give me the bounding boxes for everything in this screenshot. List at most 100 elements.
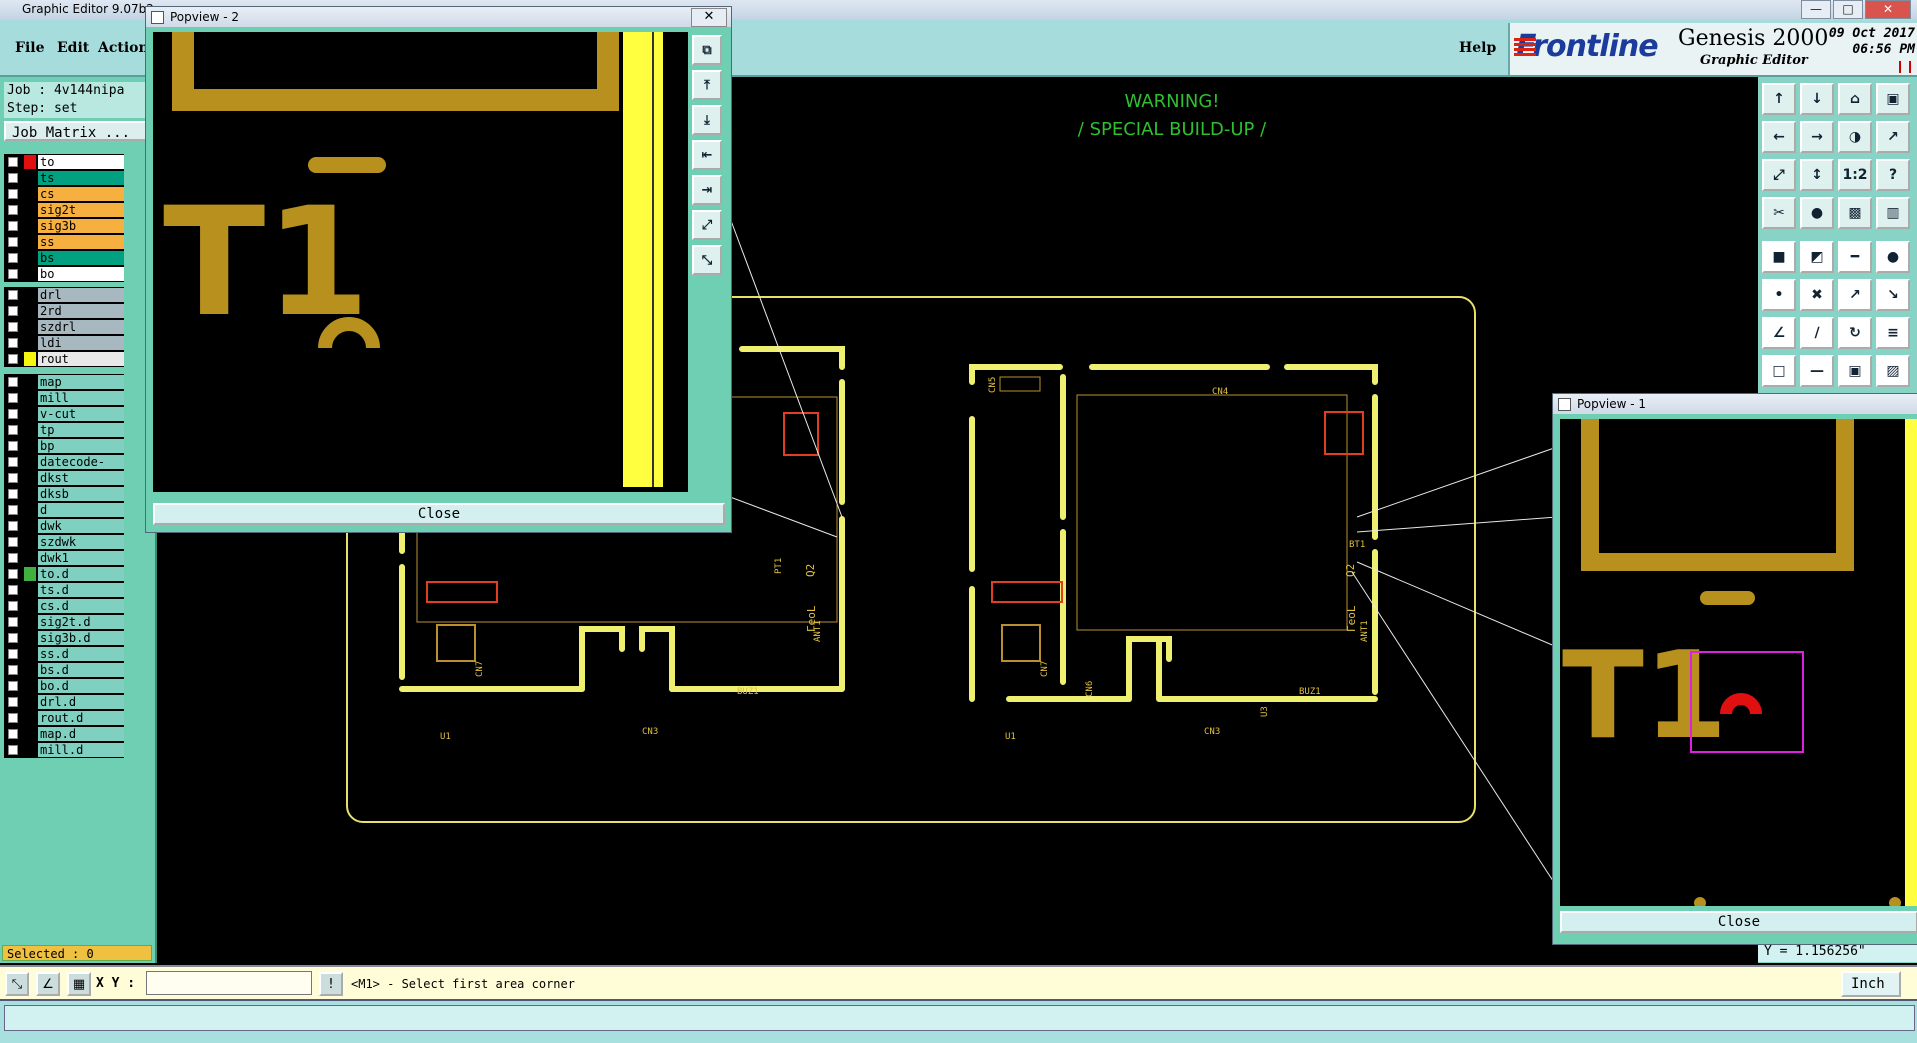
layer-color-swatch[interactable] — [24, 743, 36, 757]
layer-checkbox[interactable] — [8, 505, 18, 515]
tool-layers-icon[interactable]: ▥ — [1876, 197, 1910, 229]
layer-row[interactable]: drl — [4, 287, 124, 303]
layer-row[interactable]: map — [4, 374, 124, 390]
layer-color-swatch[interactable] — [24, 320, 36, 334]
tool-left-icon[interactable]: ← — [1762, 121, 1796, 153]
layer-row[interactable]: ts.d — [4, 582, 124, 598]
popview-top-icon[interactable]: ⤒ — [692, 70, 722, 100]
layer-color-swatch[interactable] — [24, 615, 36, 629]
tool-pad-icon[interactable]: ● — [1800, 197, 1834, 229]
popview-expand-icon[interactable]: ⤡ — [692, 245, 722, 275]
layer-checkbox[interactable] — [8, 409, 18, 419]
layer-checkbox[interactable] — [8, 441, 18, 451]
layer-checkbox[interactable] — [8, 585, 18, 595]
layer-checkbox[interactable] — [8, 338, 18, 348]
popview-1-canvas[interactable]: T1 — [1560, 419, 1917, 906]
close-window-button[interactable]: ✕ — [1865, 0, 1911, 19]
layer-color-swatch[interactable] — [24, 535, 36, 549]
layer-color-swatch[interactable] — [24, 663, 36, 677]
tool-down-icon[interactable]: ↓ — [1800, 83, 1834, 115]
layer-checkbox[interactable] — [8, 205, 18, 215]
layer-color-swatch[interactable] — [24, 407, 36, 421]
layer-color-swatch[interactable] — [24, 439, 36, 453]
layer-checkbox[interactable] — [8, 601, 18, 611]
layer-checkbox[interactable] — [8, 681, 18, 691]
layer-color-swatch[interactable] — [24, 599, 36, 613]
layer-row[interactable]: map.d — [4, 726, 124, 742]
layer-checkbox[interactable] — [8, 269, 18, 279]
tool-grid-icon[interactable]: ▩ — [1838, 197, 1872, 229]
tool-vertical-icon[interactable]: ↕ — [1800, 159, 1834, 191]
tool-contour-icon[interactable]: ◩ — [1800, 241, 1834, 273]
layer-checkbox[interactable] — [8, 713, 18, 723]
layer-checkbox[interactable] — [8, 354, 18, 364]
layer-row[interactable]: dkst — [4, 470, 124, 486]
layer-checkbox[interactable] — [8, 322, 18, 332]
tool-fit-icon[interactable]: ⤢ — [1762, 159, 1796, 191]
layer-color-swatch[interactable] — [24, 219, 36, 233]
layer-color-swatch[interactable] — [24, 155, 36, 169]
layer-row[interactable]: dksb — [4, 486, 124, 502]
tool-pan-icon[interactable]: ↗ — [1876, 121, 1910, 153]
popview-2-canvas[interactable]: T1 — [153, 32, 688, 492]
layer-row[interactable]: mill.d — [4, 742, 124, 758]
layer-checkbox[interactable] — [8, 425, 18, 435]
layer-checkbox[interactable] — [8, 649, 18, 659]
layer-color-swatch[interactable] — [24, 423, 36, 437]
tool-hatch-icon[interactable]: ▨ — [1876, 355, 1910, 387]
layer-row[interactable]: bs.d — [4, 662, 124, 678]
layer-checkbox[interactable] — [8, 553, 18, 563]
layer-checkbox[interactable] — [8, 745, 18, 755]
layer-color-swatch[interactable] — [24, 171, 36, 185]
layer-color-swatch[interactable] — [24, 695, 36, 709]
layer-color-swatch[interactable] — [24, 455, 36, 469]
popview-2-close-button[interactable]: Close — [153, 503, 725, 525]
layer-checkbox[interactable] — [8, 157, 18, 167]
layer-checkbox[interactable] — [8, 473, 18, 483]
layer-checkbox[interactable] — [8, 537, 18, 547]
minimize-button[interactable]: — — [1801, 0, 1831, 19]
layer-row[interactable]: ldi — [4, 335, 124, 351]
layer-row[interactable]: sig3b — [4, 218, 124, 234]
layer-checkbox[interactable] — [8, 377, 18, 387]
layer-color-swatch[interactable] — [24, 391, 36, 405]
layer-row[interactable]: sig2t — [4, 202, 124, 218]
tool-line-icon[interactable]: ━ — [1838, 241, 1872, 273]
layer-row[interactable]: rout — [4, 351, 124, 367]
prompt-icon[interactable]: ! — [319, 972, 343, 996]
layer-checkbox[interactable] — [8, 457, 18, 467]
tool-dot-icon[interactable]: ● — [1876, 241, 1910, 273]
layer-color-swatch[interactable] — [24, 235, 36, 249]
layer-row[interactable]: tp — [4, 422, 124, 438]
layer-color-swatch[interactable] — [24, 567, 36, 581]
layer-row[interactable]: ts — [4, 170, 124, 186]
layer-checkbox[interactable] — [8, 306, 18, 316]
layer-color-swatch[interactable] — [24, 711, 36, 725]
tool-ratio-icon[interactable]: 1:2 — [1838, 159, 1872, 191]
popview-zoom-icon[interactable]: ⧉ — [692, 35, 722, 65]
layer-checkbox[interactable] — [8, 569, 18, 579]
tool-list-icon[interactable]: ≡ — [1876, 317, 1910, 349]
menu-help[interactable]: Help — [1459, 40, 1496, 56]
popview-left-icon[interactable]: ⇤ — [692, 140, 722, 170]
layer-row[interactable]: rout.d — [4, 710, 124, 726]
layer-row[interactable]: bo.d — [4, 678, 124, 694]
layer-checkbox[interactable] — [8, 189, 18, 199]
job-matrix-button[interactable]: Job Matrix ... — [4, 121, 152, 141]
layer-row[interactable]: v-cut — [4, 406, 124, 422]
layer-checkbox[interactable] — [8, 393, 18, 403]
maximize-button[interactable]: □ — [1833, 0, 1863, 19]
layer-checkbox[interactable] — [8, 221, 18, 231]
menu-edit[interactable]: Edit — [57, 40, 89, 56]
layer-row[interactable]: d — [4, 502, 124, 518]
tool-half-icon[interactable]: ◑ — [1838, 121, 1872, 153]
layer-color-swatch[interactable] — [24, 647, 36, 661]
menu-file[interactable]: File — [15, 40, 44, 56]
tool-route-icon[interactable]: ↘ — [1876, 279, 1910, 311]
layer-color-swatch[interactable] — [24, 471, 36, 485]
layer-checkbox[interactable] — [8, 253, 18, 263]
tool-dash-icon[interactable]: — — [1800, 355, 1834, 387]
layer-color-swatch[interactable] — [24, 519, 36, 533]
tool-home-icon[interactable]: ⌂ — [1838, 83, 1872, 115]
zoom-area-icon[interactable]: ⤡ — [5, 972, 29, 996]
